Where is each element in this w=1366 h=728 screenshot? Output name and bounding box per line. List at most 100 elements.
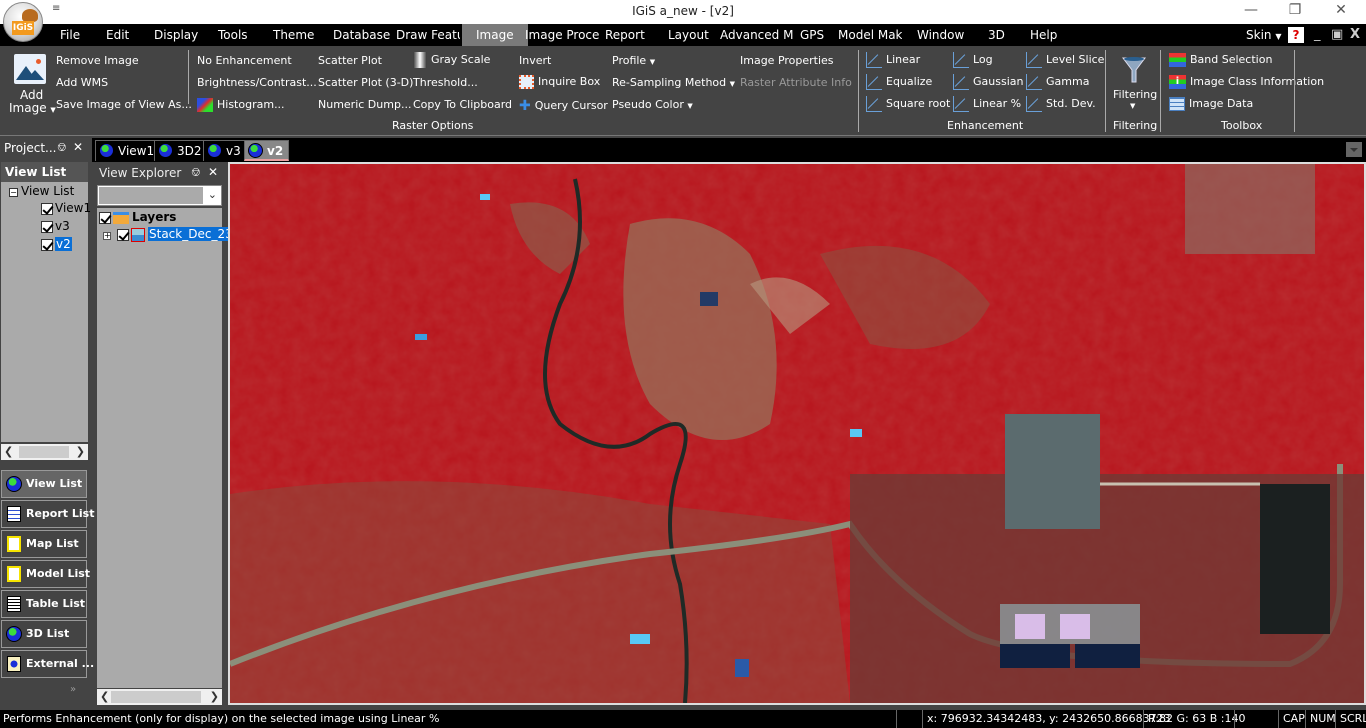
threshold-button[interactable]: Threshold...: [413, 76, 478, 89]
scatter-plot-3d-button[interactable]: Scatter Plot (3-D): [318, 76, 413, 89]
add-wms-button[interactable]: Add WMS: [56, 76, 108, 89]
tab-v3[interactable]: v3: [203, 140, 247, 161]
gaussian-button[interactable]: Gaussian: [953, 74, 1023, 90]
pseudo-color-dropdown[interactable]: Pseudo Color ▼: [612, 98, 693, 111]
linear-percent-curve-icon: [953, 96, 969, 112]
menu-help[interactable]: Help: [1030, 28, 1057, 42]
checkbox[interactable]: [41, 220, 53, 233]
layer-item[interactable]: + Stack_Dec_23: [103, 227, 234, 242]
close-icon[interactable]: ✕: [73, 140, 83, 154]
gaussian-curve-icon: [953, 74, 969, 90]
menu-model-maker[interactable]: Model Make: [838, 28, 902, 42]
invert-button[interactable]: Invert: [519, 54, 551, 67]
menu-report[interactable]: Report: [605, 28, 645, 42]
menu-window[interactable]: Window: [917, 28, 964, 42]
pin-icon[interactable]: ⎊: [57, 140, 67, 155]
std-dev-button[interactable]: Std. Dev.: [1026, 96, 1096, 112]
menu-edit[interactable]: Edit: [106, 28, 129, 42]
menu-image-processing[interactable]: Image Proce: [525, 28, 599, 42]
inquire-box-button[interactable]: Inquire Box: [519, 75, 600, 89]
horizontal-scrollbar[interactable]: ❮ ❯: [97, 689, 222, 705]
nav-map-list[interactable]: Map List: [1, 530, 87, 558]
scroll-left-icon[interactable]: ❮: [100, 690, 109, 703]
close-button[interactable]: ✕: [1326, 2, 1356, 18]
log-button[interactable]: Log: [953, 52, 993, 68]
help-button[interactable]: ?: [1288, 27, 1304, 43]
gamma-button[interactable]: Gamma: [1026, 74, 1089, 90]
scroll-right-icon[interactable]: ❯: [210, 690, 219, 703]
image-class-information-button[interactable]: i Image Class Information: [1169, 75, 1324, 89]
menu-tools[interactable]: Tools: [218, 28, 248, 42]
histogram-button[interactable]: Histogram...: [197, 98, 285, 112]
mdi-restore-button[interactable]: ▣: [1331, 27, 1343, 42]
nav-view-list[interactable]: View List: [1, 470, 87, 498]
menu-theme[interactable]: Theme: [273, 28, 314, 42]
mdi-close-button[interactable]: X: [1350, 27, 1360, 42]
skin-dropdown[interactable]: Skin ▼: [1246, 28, 1282, 42]
checkbox[interactable]: [99, 211, 111, 224]
menu-display[interactable]: Display: [154, 28, 198, 42]
linear-button[interactable]: Linear: [866, 52, 920, 68]
tree-item-view1[interactable]: View1: [41, 201, 91, 215]
view-explorer-combo[interactable]: ⌄: [97, 185, 222, 206]
image-data-button[interactable]: Image Data: [1169, 97, 1253, 111]
pin-icon[interactable]: ⎊: [191, 165, 201, 180]
menu-3d[interactable]: 3D: [988, 28, 1005, 42]
collapse-icon[interactable]: −: [9, 188, 18, 197]
overflow-chevron-icon[interactable]: »: [70, 684, 76, 695]
checkbox[interactable]: [117, 228, 129, 241]
image-properties-button[interactable]: Image Properties: [740, 54, 834, 67]
nav-3d-list[interactable]: 3D List: [1, 620, 87, 648]
query-cursor-button[interactable]: ✚ Query Cursor: [519, 98, 608, 114]
tree-item-v2[interactable]: v2: [41, 237, 72, 251]
nav-external[interactable]: External ...: [1, 650, 94, 678]
view-explorer-panel: View Explorer ⎊ ✕ ⌄ Layers + Stack_Dec_23…: [95, 163, 234, 705]
band-selection-button[interactable]: Band Selection: [1169, 53, 1272, 67]
scatter-plot-button[interactable]: Scatter Plot: [318, 54, 382, 67]
tab-view1[interactable]: View1: [95, 140, 161, 161]
tab-list-dropdown[interactable]: [1346, 142, 1362, 157]
nav-model-list[interactable]: Model List: [1, 560, 90, 588]
mdi-minimize-button[interactable]: _: [1314, 27, 1321, 42]
save-image-of-view-button[interactable]: Save Image of View As...: [56, 98, 192, 111]
globe-icon: [207, 143, 222, 158]
menu-database[interactable]: Database: [333, 28, 390, 42]
restore-button[interactable]: ❐: [1280, 2, 1310, 18]
close-icon[interactable]: ✕: [208, 165, 218, 179]
minimize-button[interactable]: —: [1236, 2, 1266, 18]
square-root-button[interactable]: Square root: [866, 96, 950, 112]
menu-gps[interactable]: GPS: [800, 28, 824, 42]
menu-layout[interactable]: Layout: [668, 28, 709, 42]
tree-root[interactable]: − View List: [9, 184, 74, 198]
brightness-contrast-button[interactable]: Brightness/Contrast...: [197, 76, 317, 89]
profile-dropdown[interactable]: Profile ▼: [612, 54, 655, 67]
scroll-left-icon[interactable]: ❮: [4, 445, 13, 458]
nav-report-list[interactable]: Report List: [1, 500, 94, 528]
app-logo[interactable]: IGiS: [3, 2, 43, 42]
gray-scale-button[interactable]: Gray Scale: [413, 52, 490, 68]
layers-root[interactable]: Layers: [99, 210, 176, 224]
copy-to-clipboard-button[interactable]: Copy To Clipboard: [413, 98, 512, 111]
equalize-button[interactable]: Equalize: [866, 74, 932, 90]
tab-v2[interactable]: v2: [244, 140, 290, 161]
nav-table-list[interactable]: Table List: [1, 590, 87, 618]
resampling-method-dropdown[interactable]: Re-Sampling Method ▼: [612, 76, 735, 89]
model-icon: [7, 566, 21, 582]
menu-advanced[interactable]: Advanced M: [720, 28, 793, 42]
checkbox[interactable]: [41, 202, 53, 215]
tree-item-v3[interactable]: v3: [41, 219, 70, 233]
horizontal-scrollbar[interactable]: ❮ ❯: [1, 444, 88, 460]
linear-percent-button[interactable]: Linear %: [953, 96, 1021, 112]
level-slice-button[interactable]: Level Slice: [1026, 52, 1104, 68]
checkbox[interactable]: [41, 238, 53, 251]
expand-icon[interactable]: +: [103, 232, 111, 240]
no-enhancement-button[interactable]: No Enhancement: [197, 54, 292, 67]
menu-image[interactable]: Image: [462, 24, 528, 46]
menu-file[interactable]: File: [60, 28, 80, 42]
numeric-dump-button[interactable]: Numeric Dump...: [318, 98, 411, 111]
tab-3d2[interactable]: 3D2: [154, 140, 208, 161]
remove-image-button[interactable]: Remove Image: [56, 54, 139, 67]
map-view-canvas[interactable]: [228, 162, 1366, 705]
menu-draw-feature[interactable]: Draw Featur: [396, 28, 460, 42]
scroll-right-icon[interactable]: ❯: [76, 445, 85, 458]
